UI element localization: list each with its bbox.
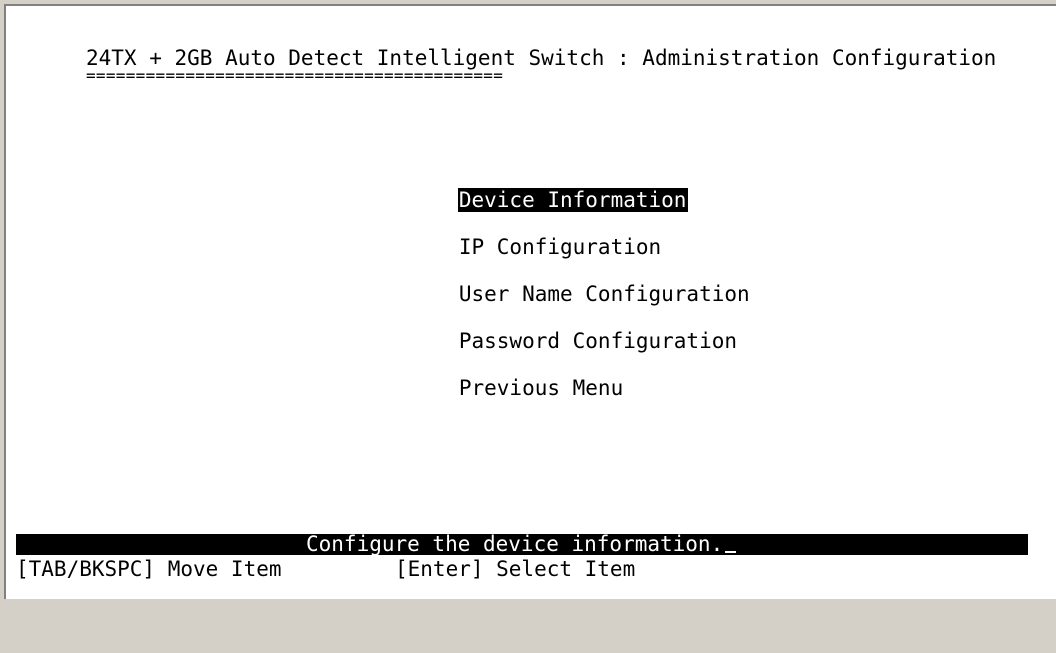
menu-item-previous-menu[interactable]: Previous Menu	[382, 352, 752, 400]
title-underline: ========================================…	[86, 66, 504, 85]
key-help-line: [TAB/BKSPC] Move Item [Enter] Select Ite…	[16, 557, 1028, 581]
menu-item-label: Previous Menu	[458, 376, 624, 400]
menu-item-label: Password Configuration	[458, 329, 738, 353]
terminal-window: 24TX + 2GB Auto Detect Intelligent Switc…	[4, 4, 1056, 599]
text-cursor	[725, 551, 737, 553]
menu-item-device-information[interactable]: Device Information	[382, 164, 752, 212]
status-bar: Configure the device information.	[16, 534, 1028, 555]
status-message-text: Configure the device information.	[306, 532, 724, 556]
help-select-item: [Enter] Select Item	[395, 557, 636, 581]
status-message: Configure the device information.	[306, 532, 737, 556]
menu-item-label: User Name Configuration	[458, 282, 750, 306]
menu-item-label: Device Information	[457, 188, 689, 212]
menu-item-ip-configuration[interactable]: IP Configuration	[382, 211, 752, 259]
admin-menu: Device Information IP Configuration User…	[382, 164, 752, 400]
menu-item-password-configuration[interactable]: Password Configuration	[382, 305, 752, 353]
menu-item-label: IP Configuration	[458, 235, 662, 259]
help-move-item: [TAB/BKSPC] Move Item	[16, 557, 282, 581]
menu-item-user-name-configuration[interactable]: User Name Configuration	[382, 258, 752, 306]
